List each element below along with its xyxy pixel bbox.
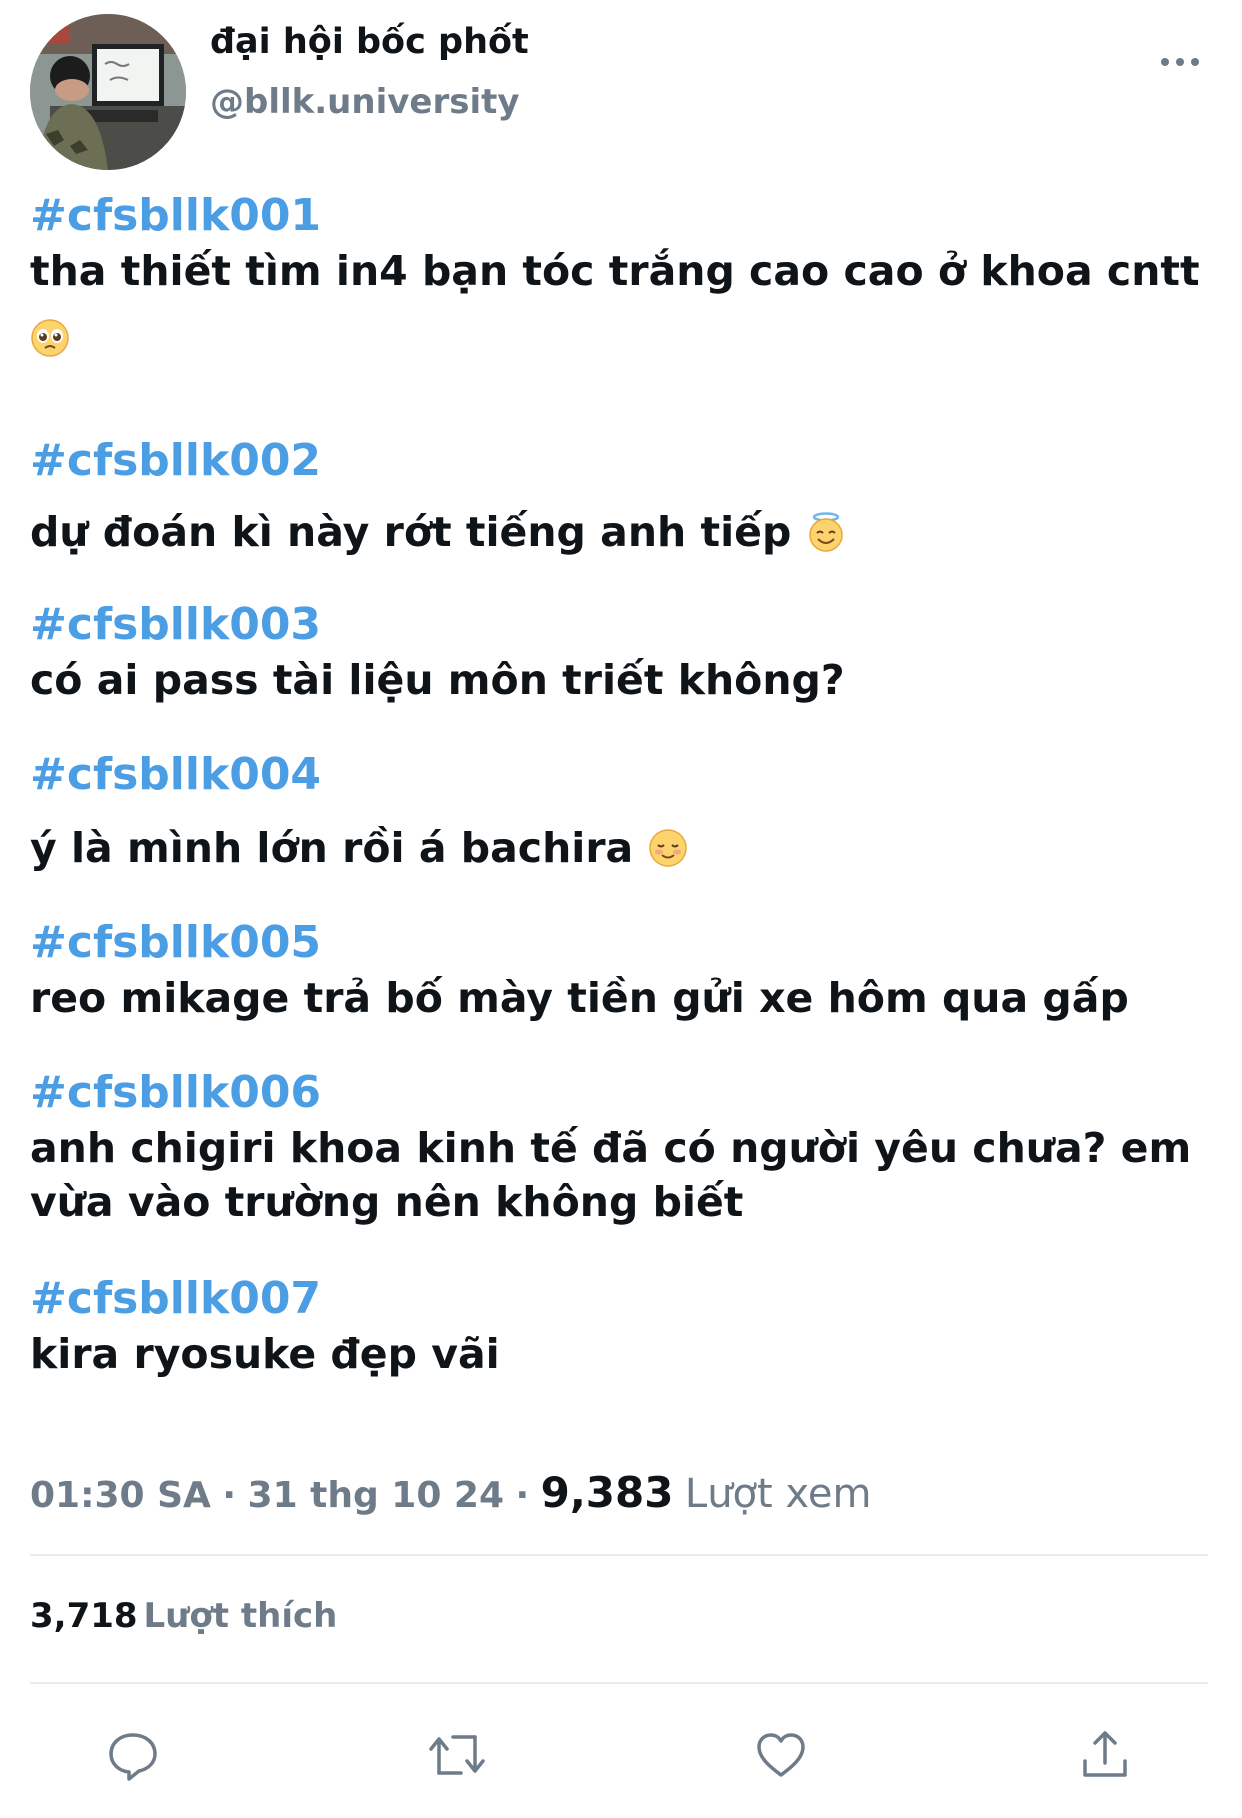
confession-post: #cfsbllk003 có ai pass tài liệu môn triế… xyxy=(30,597,1220,707)
tweet-body: #cfsbllk001 tha thiết tìm in4 bạn tóc tr… xyxy=(30,188,1220,1381)
tweet-metadata: 01:30 SA · 31 thg 10 24 · 9,383 Lượt xem xyxy=(30,1468,871,1517)
pleading-face-emoji xyxy=(30,318,70,358)
like-icon[interactable] xyxy=(748,1722,814,1788)
post-time[interactable]: 01:30 SA xyxy=(30,1475,211,1516)
share-icon[interactable] xyxy=(1072,1722,1138,1788)
hashtag-link[interactable]: #cfsbllk002 xyxy=(30,433,321,489)
display-name[interactable]: đại hội bốc phốt xyxy=(210,22,529,62)
confession-post: #cfsbllk004 ý là mình lớn rồi á bachira xyxy=(30,747,1220,875)
post-text: reo mikage trả bố mày tiền gửi xe hôm qu… xyxy=(30,974,1129,1022)
halo-face-emoji xyxy=(806,511,846,552)
confession-post: #cfsbllk005 reo mikage trả bố mày tiền g… xyxy=(30,915,1220,1025)
likes-count: 3,718 xyxy=(30,1596,138,1636)
username-handle[interactable]: @bllk.university xyxy=(210,82,520,122)
post-text: kira ryosuke đẹp vãi xyxy=(30,1330,500,1378)
confession-post: #cfsbllk006 anh chigiri khoa kinh tế đã … xyxy=(30,1065,1220,1229)
separator: · xyxy=(222,1475,237,1516)
smiling-blush-emoji xyxy=(648,827,688,867)
hashtag-link[interactable]: #cfsbllk005 xyxy=(30,915,321,971)
divider xyxy=(30,1554,1208,1556)
confession-post: #cfsbllk002 dự đoán kì này rớt tiếng anh… xyxy=(30,433,1220,559)
post-text: có ai pass tài liệu môn triết không? xyxy=(30,656,845,704)
post-text: dự đoán kì này rớt tiếng anh tiếp xyxy=(30,508,792,556)
hashtag-link[interactable]: #cfsbllk007 xyxy=(30,1271,321,1327)
confession-post: #cfsbllk001 tha thiết tìm in4 bạn tóc tr… xyxy=(30,188,1220,367)
post-text: anh chigiri khoa kinh tế đã có người yêu… xyxy=(30,1124,1192,1226)
views-label: Lượt xem xyxy=(684,1471,872,1517)
views-count: 9,383 xyxy=(540,1468,674,1517)
likes-label: Lượt thích xyxy=(143,1596,338,1636)
post-date[interactable]: 31 thg 10 24 xyxy=(248,1475,505,1516)
post-text: tha thiết tìm in4 bạn tóc trắng cao cao … xyxy=(30,247,1200,295)
divider xyxy=(30,1682,1208,1684)
more-options-icon[interactable] xyxy=(1150,44,1210,80)
hashtag-link[interactable]: #cfsbllk001 xyxy=(30,188,321,244)
separator: · xyxy=(515,1475,530,1516)
avatar[interactable] xyxy=(30,14,186,170)
confession-post: #cfsbllk007 kira ryosuke đẹp vãi xyxy=(30,1271,1220,1381)
hashtag-link[interactable]: #cfsbllk004 xyxy=(30,747,321,803)
hashtag-link[interactable]: #cfsbllk003 xyxy=(30,597,321,653)
post-text: ý là mình lớn rồi á bachira xyxy=(30,824,634,872)
reply-icon[interactable] xyxy=(100,1722,166,1788)
likes-summary[interactable]: 3,718 Lượt thích xyxy=(30,1596,337,1636)
hashtag-link[interactable]: #cfsbllk006 xyxy=(30,1065,321,1121)
retweet-icon[interactable] xyxy=(424,1722,490,1788)
